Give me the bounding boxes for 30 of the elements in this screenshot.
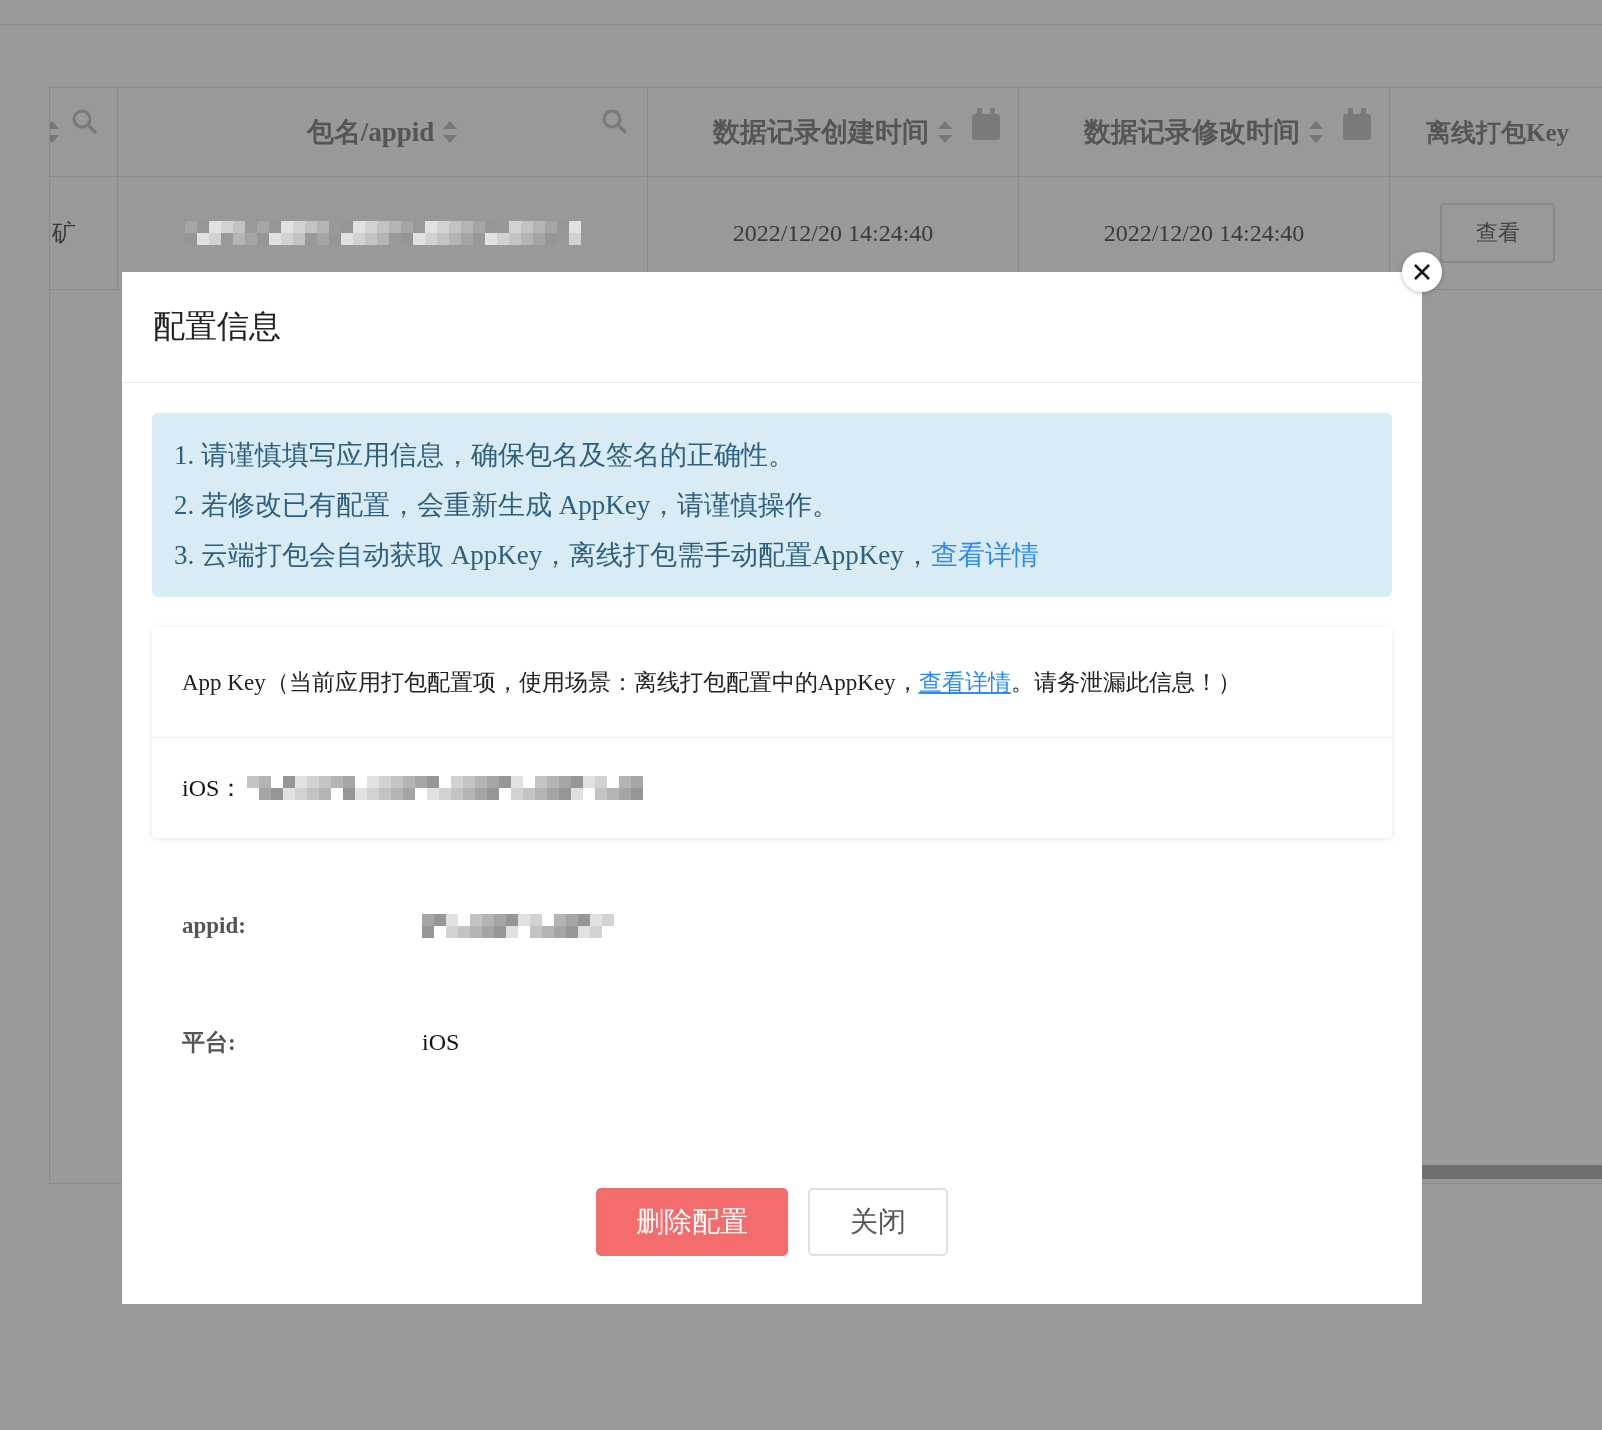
column-header: 数据记录修改时间 [1084, 116, 1300, 149]
notice-text: 3. 云端打包会自动获取 AppKey，离线打包需手动配置AppKey，查看详情 [174, 539, 1040, 572]
search-icon[interactable] [601, 108, 629, 136]
view-button[interactable]: 查看 [1440, 203, 1555, 263]
field-value: iOS [422, 1028, 460, 1056]
column-header: 数据记录创建时间 [713, 116, 929, 149]
calendar-icon[interactable] [1343, 108, 1371, 140]
details-link[interactable]: 查看详情 [930, 540, 1039, 570]
table-cell-text: 矿 [52, 219, 76, 248]
platform-label: iOS： [182, 774, 244, 803]
notice-text: 1. 请谨慎填写应用信息，确保包名及签名的正确性。 [174, 439, 796, 472]
column-header: 包名/appid [306, 116, 435, 149]
close-dialog-button[interactable]: 关闭 [808, 1188, 948, 1256]
field-label: appid: [182, 913, 247, 939]
delete-button[interactable]: 删除配置 [596, 1188, 788, 1256]
search-icon[interactable] [71, 108, 99, 136]
dialog-title: 配置信息 [153, 307, 281, 346]
calendar-icon[interactable] [972, 108, 1000, 140]
close-icon[interactable] [1402, 252, 1442, 292]
sort-icon[interactable] [442, 119, 459, 145]
column-header: 离线打包Key [1426, 117, 1570, 148]
table-cell: 2022/12/20 14:24:40 [1103, 219, 1305, 247]
notice-text: 2. 若修改已有配置，会重新生成 AppKey，请谨慎操作。 [174, 489, 841, 522]
scrollbar[interactable] [1420, 1165, 1602, 1179]
details-link[interactable]: 查看详情 [918, 669, 1011, 695]
field-label: 平台: [182, 1028, 237, 1057]
sort-icon[interactable] [937, 119, 953, 145]
app-key-description: App Key（当前应用打包配置项，使用场景：离线打包配置中的AppKey，查看详情。请务泄漏此信息！） [182, 668, 1241, 697]
sort-icon[interactable] [1308, 119, 1324, 145]
table-cell: 2022/12/20 14:24:40 [732, 219, 934, 247]
